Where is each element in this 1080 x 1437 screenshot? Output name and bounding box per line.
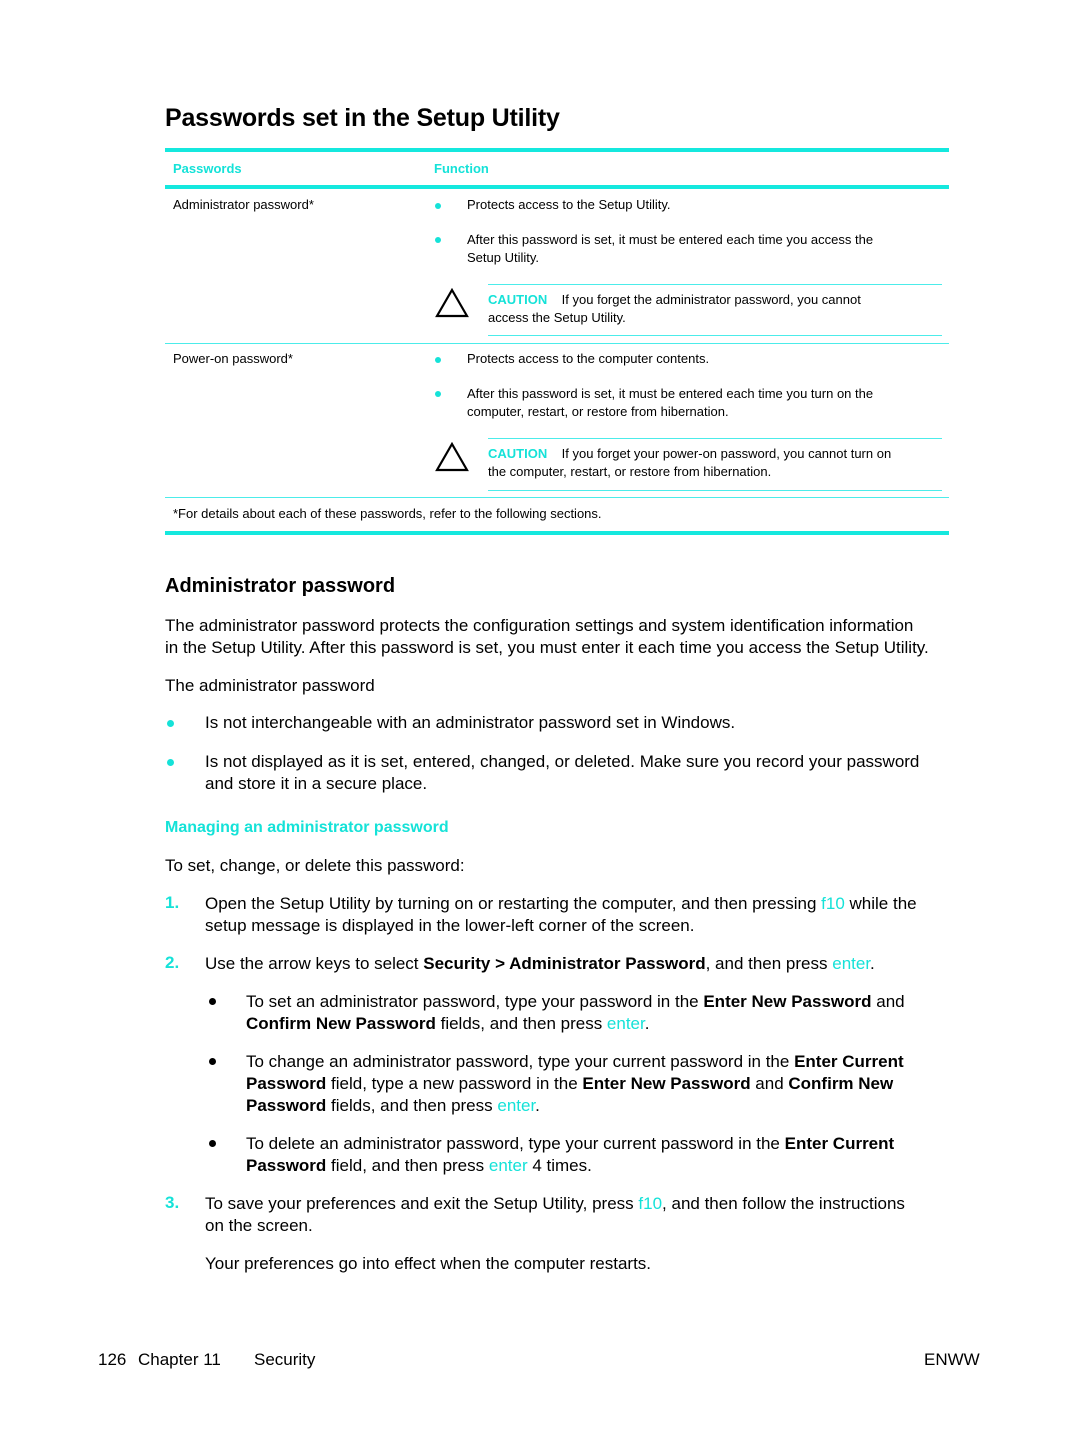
sub-list-item-cont: Password field, and then press enter 4 t… [246, 1156, 592, 1175]
bullet-icon [167, 759, 174, 766]
bullet-icon [435, 237, 441, 243]
sub-list-item: To delete an administrator password, typ… [246, 1134, 895, 1153]
caution-text: CAUTION If you forget the administrator … [488, 292, 861, 307]
key-f10: f10 [821, 894, 845, 913]
bullet-icon [209, 1140, 216, 1147]
step-text: Use the arrow keys to select Security > … [205, 954, 875, 973]
step-number: 2. [165, 953, 180, 972]
bullet-icon [209, 998, 216, 1005]
row-divider [165, 343, 949, 344]
section-intro-cont: in the Setup Utility. After this passwor… [165, 638, 929, 657]
footer-chapter: Chapter 11 [138, 1350, 221, 1369]
function-text: Protects access to the Setup Utility. [467, 197, 671, 212]
caution-text: CAUTION If you forget your power-on pass… [488, 446, 892, 461]
key-enter: enter [832, 954, 871, 973]
step-text: To save your preferences and exit the Se… [205, 1194, 905, 1213]
sub-list-item: To set an administrator password, type y… [246, 992, 905, 1011]
caution-top-rule [488, 438, 942, 439]
list-item: Is not interchangeable with an administr… [205, 713, 736, 732]
caution-top-rule [488, 284, 942, 285]
table-header-rule [165, 185, 949, 189]
function-text: computer, restart, or restore from hiber… [467, 404, 729, 419]
function-text: Protects access to the computer contents… [467, 351, 710, 366]
key-f10: f10 [638, 1194, 663, 1213]
caution-text-cont: access the Setup Utility. [488, 310, 626, 325]
section-intro: The administrator password protects the … [165, 616, 914, 635]
step-number: 3. [165, 1193, 180, 1212]
footer-chapter-title: Security [254, 1350, 316, 1369]
table-header-passwords: Passwords [173, 161, 242, 176]
caution-bottom-rule [488, 490, 942, 491]
sub-list-item-cont: Confirm New Password fields, and then pr… [246, 1014, 650, 1033]
step-text: Open the Setup Utility by turning on or … [205, 894, 917, 913]
table-header-function: Function [434, 161, 489, 176]
step-text-cont: setup message is displayed in the lower-… [205, 916, 695, 935]
step-note: Your preferences go into effect when the… [205, 1254, 652, 1273]
password-name: Administrator password* [173, 197, 314, 212]
list-item: Is not displayed as it is set, entered, … [205, 752, 920, 771]
subsection-lead: To set, change, or delete this password: [165, 856, 465, 875]
section-heading: Administrator password [165, 575, 396, 597]
caution-label: CAUTION [488, 446, 548, 461]
bullet-icon [209, 1058, 216, 1065]
password-name: Power-on password* [173, 351, 293, 366]
function-text: After this password is set, it must be e… [467, 232, 874, 247]
caution-label: CAUTION [488, 292, 548, 307]
footer-locale: ENWW [924, 1350, 980, 1369]
key-enter: enter [488, 1156, 528, 1175]
step-text-cont: on the screen. [205, 1216, 313, 1235]
key-enter: enter [606, 1014, 645, 1033]
table-footnote: *For details about each of these passwor… [173, 506, 602, 521]
function-text: After this password is set, it must be e… [467, 386, 874, 401]
menu-path: Security > Administrator Password [423, 954, 706, 973]
page-number: 126 [98, 1350, 127, 1369]
subsection-heading: Managing an administrator password [165, 819, 449, 836]
warning-triangle-icon [435, 442, 469, 472]
caution-bottom-rule [488, 335, 942, 336]
table-bottom-rule [165, 531, 949, 535]
sub-list-item-cont: Password field, type a new password in t… [246, 1074, 894, 1093]
warning-triangle-icon [435, 288, 469, 318]
bullet-icon [435, 203, 441, 209]
page-title: Passwords set in the Setup Utility [165, 104, 560, 132]
step-number: 1. [165, 893, 180, 912]
sub-list-item: To change an administrator password, typ… [246, 1052, 904, 1071]
key-enter: enter [497, 1096, 536, 1115]
list-item-cont: and store it in a secure place. [205, 774, 428, 793]
sub-list-item-cont: Password fields, and then press enter. [246, 1096, 540, 1115]
bullet-icon [435, 357, 441, 363]
bullet-icon [435, 391, 441, 397]
function-text: Setup Utility. [467, 250, 540, 265]
caution-text-cont: the computer, restart, or restore from h… [488, 464, 772, 479]
table-top-rule [165, 148, 949, 152]
bullet-icon [167, 720, 174, 727]
footnote-divider [165, 497, 949, 498]
section-lead: The administrator password [165, 676, 375, 695]
